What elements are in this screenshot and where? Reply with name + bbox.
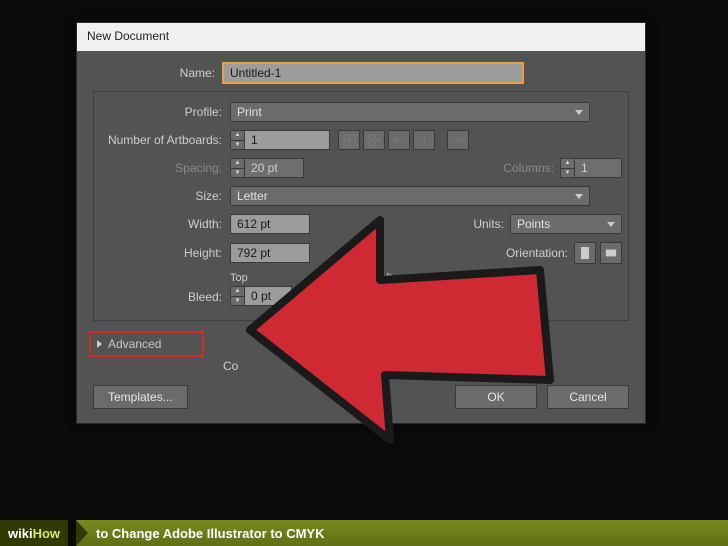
profile-select[interactable]: Print	[230, 102, 590, 122]
spacing-stepper: ▲▼	[230, 158, 304, 178]
size-label: Size:	[100, 189, 230, 203]
wikihow-banner: wikiHow to Change Adobe Illustrator to C…	[0, 520, 728, 546]
templates-button[interactable]: Templates...	[93, 385, 188, 409]
bleed-right-input[interactable]	[460, 286, 508, 306]
settings-panel: Profile: Print Number of Artboards: ▲▼	[93, 91, 629, 321]
ok-button[interactable]: OK	[455, 385, 537, 409]
bleed-left-stepper[interactable]: ▲▼	[374, 286, 436, 306]
columns-stepper: ▲▼	[560, 158, 622, 178]
bleed-label: Bleed:	[100, 290, 230, 306]
arrange-row-rtl-icon[interactable]	[388, 130, 410, 150]
obscured-right: gn to Pixel Grid:No	[388, 359, 489, 373]
size-select[interactable]: Letter	[230, 186, 590, 206]
name-input[interactable]	[223, 63, 523, 83]
bleed-bottom-input[interactable]	[316, 286, 364, 306]
artboards-label: Number of Artboards:	[100, 133, 230, 147]
bleed-link-icon[interactable]	[518, 286, 534, 306]
advanced-label: Advanced	[108, 337, 161, 351]
units-select[interactable]: Points	[510, 214, 622, 234]
obscured-info-line: Co gn to Pixel Grid:No	[93, 359, 629, 373]
columns-label: Columns:	[503, 161, 560, 175]
bleed-bottom-label	[302, 272, 364, 284]
bleed-top-label: Top	[230, 272, 292, 284]
bleed-top-stepper[interactable]: ▲▼	[230, 286, 292, 306]
name-label: Name:	[93, 66, 223, 80]
arrange-col-icon[interactable]	[413, 130, 435, 150]
advanced-disclosure[interactable]: Advanced	[89, 331, 204, 357]
units-label: Units:	[473, 217, 510, 231]
height-input[interactable]	[230, 243, 310, 263]
size-value: Letter	[237, 189, 268, 203]
profile-value: Print	[237, 105, 262, 119]
bleed-top-input[interactable]	[244, 286, 292, 306]
cancel-button[interactable]: Cancel	[547, 385, 629, 409]
grid-by-row-icon[interactable]	[338, 130, 360, 150]
grid-by-col-icon[interactable]	[363, 130, 385, 150]
spacing-label: Spacing:	[100, 161, 230, 175]
bleed-left-input[interactable]	[388, 286, 436, 306]
orientation-landscape-icon[interactable]	[600, 242, 622, 264]
orientation-label: Orientation:	[506, 246, 574, 260]
brand-post: How	[33, 526, 60, 541]
dialog-title: New Document	[87, 29, 169, 43]
units-value: Points	[517, 217, 550, 231]
columns-input	[574, 158, 622, 178]
bleed-left-label: Left	[374, 272, 436, 284]
obscured-left: Co	[223, 359, 238, 373]
new-document-dialog: New Document Name: Profile: Print Number…	[76, 22, 646, 424]
orientation-portrait-icon[interactable]	[574, 242, 596, 264]
width-input[interactable]	[230, 214, 310, 234]
artboards-stepper[interactable]: ▲▼	[230, 130, 330, 150]
height-label: Height:	[100, 246, 230, 260]
bleed-right-label: Right	[446, 272, 508, 284]
bleed-right-stepper[interactable]: ▲▼	[446, 286, 508, 306]
disclosure-triangle-icon	[97, 340, 102, 348]
banner-title: to Change Adobe Illustrator to CMYK	[96, 526, 324, 541]
artboards-input[interactable]	[244, 130, 330, 150]
wikihow-logo: wikiHow	[0, 520, 76, 546]
artboard-arrangement-icons	[338, 130, 469, 150]
brand-pre: wiki	[8, 526, 33, 541]
width-label: Width:	[100, 217, 230, 231]
profile-label: Profile:	[100, 105, 230, 119]
arrange-row-ltr-icon[interactable]	[447, 130, 469, 150]
bleed-bottom-stepper[interactable]: ▲▼	[302, 286, 364, 306]
dialog-titlebar[interactable]: New Document	[77, 23, 645, 51]
spacing-input	[244, 158, 304, 178]
